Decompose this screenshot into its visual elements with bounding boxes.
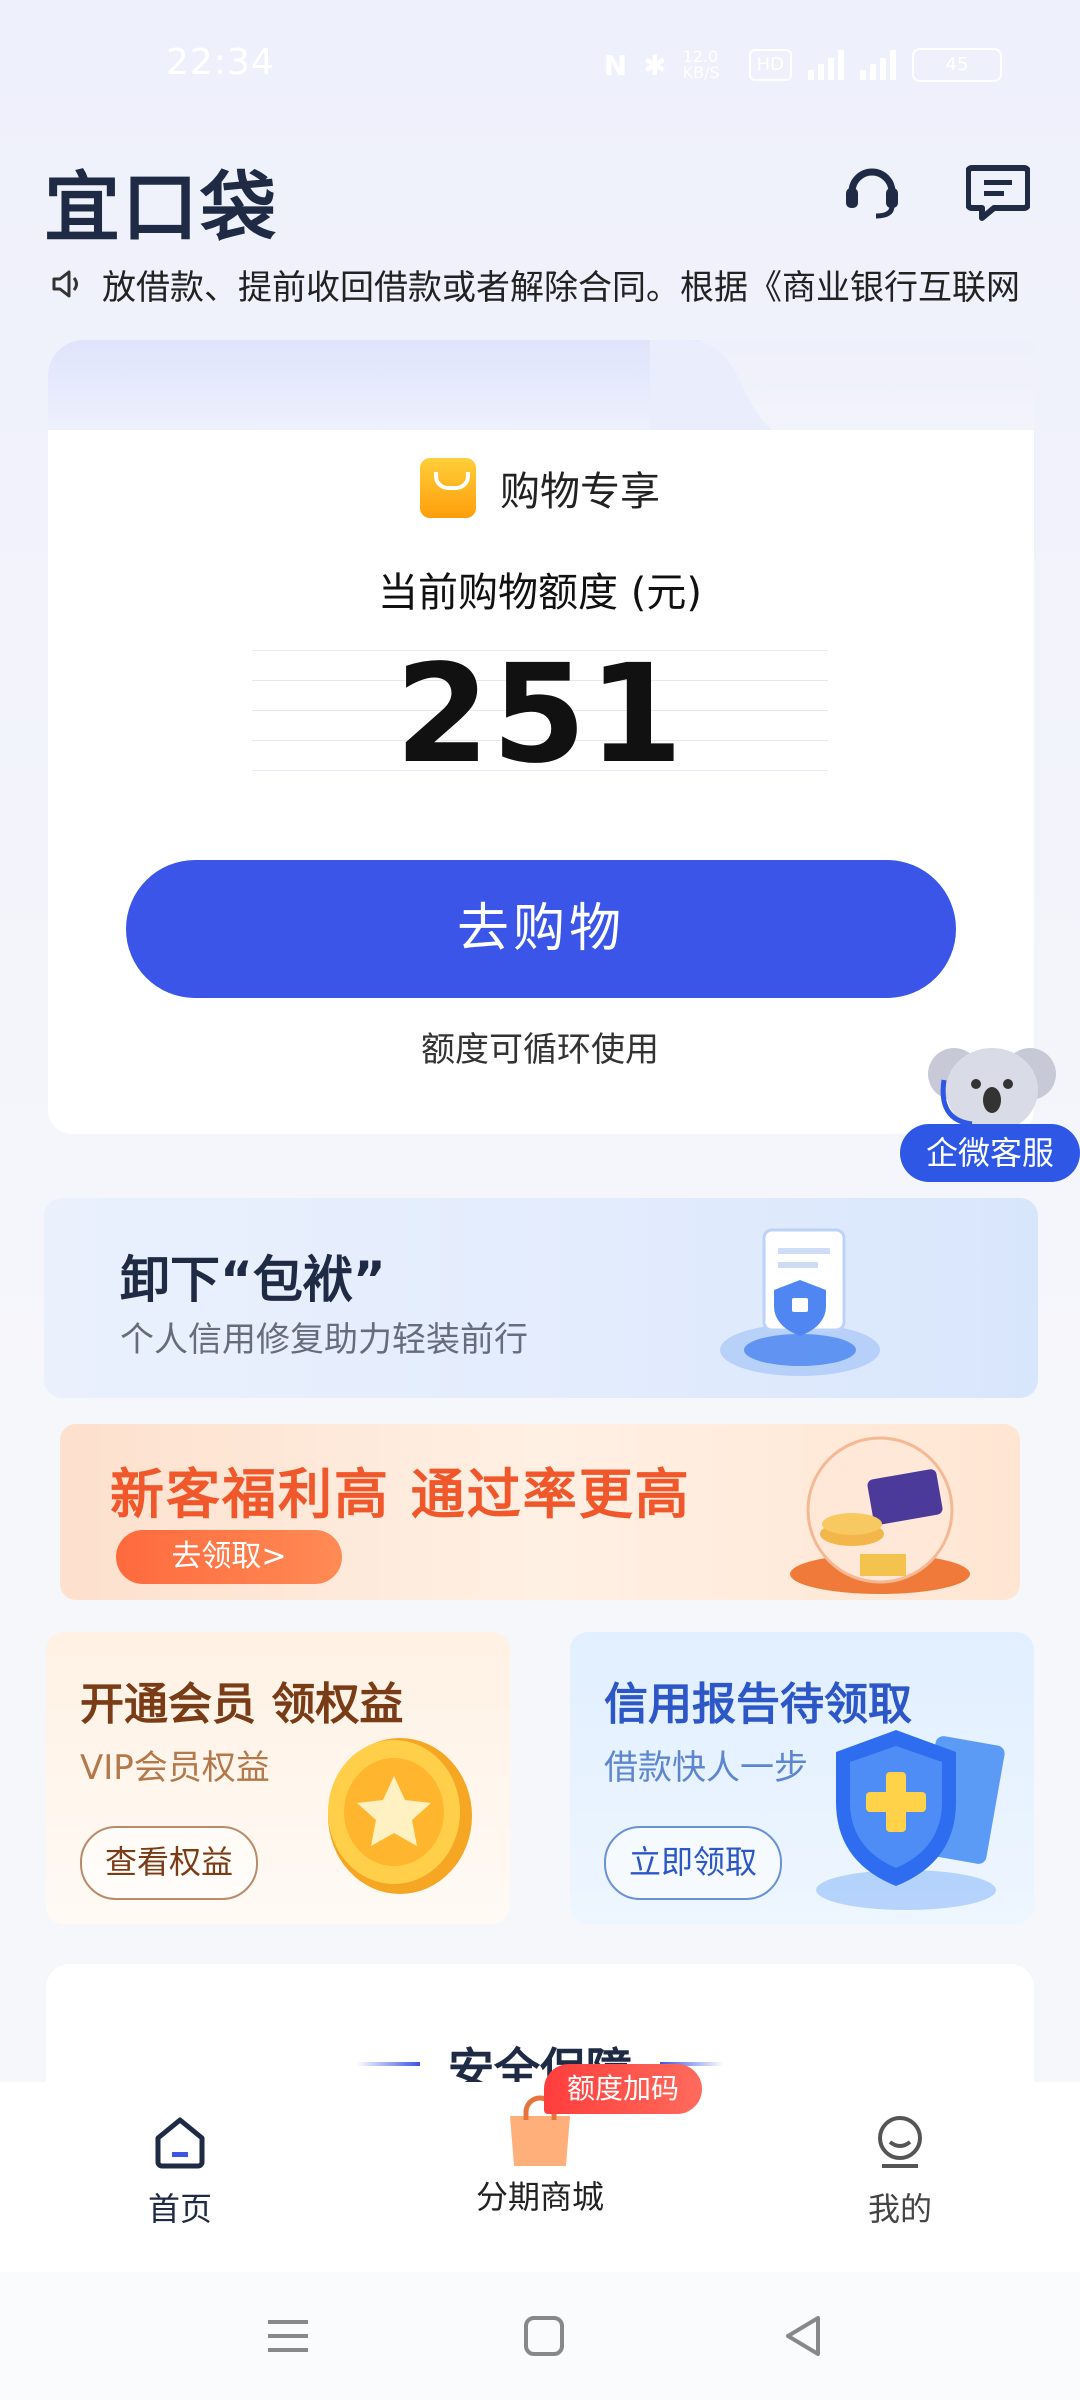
- tab-home[interactable]: 首页: [80, 2112, 280, 2230]
- status-icons: N ✱ 12.0 KB/S HD 45: [604, 48, 1002, 82]
- tab-me[interactable]: 我的: [800, 2112, 1000, 2230]
- message-icon[interactable]: [966, 160, 1030, 224]
- app-logo: 宜口袋: [44, 163, 278, 252]
- limit-boost-badge: 额度加码: [544, 2064, 702, 2114]
- limit-reusable-note: 额度可循环使用: [421, 1030, 659, 1070]
- shield-plus-icon: [816, 1730, 1005, 1910]
- credit-repair-title: 卸下“包袱”: [120, 1251, 386, 1309]
- status-time: 22:34: [166, 42, 275, 83]
- menu-icon[interactable]: [258, 2310, 318, 2362]
- wecom-support-button[interactable]: 企微客服: [900, 1124, 1080, 1182]
- tab-mall[interactable]: 分期商城: [440, 2095, 640, 2218]
- shopping-bag-icon: [420, 458, 476, 518]
- tab-home-label: 首页: [147, 2190, 212, 2228]
- notice-text: 放借款、提前收回借款或者解除合同。根据《商业银行互联网: [102, 267, 1020, 308]
- gift-globe-illustration: [790, 1436, 970, 1594]
- new-customer-title: 新客福利高 通过率更高: [110, 1463, 691, 1526]
- speaker-icon: [52, 270, 78, 298]
- home-icon: [155, 2117, 205, 2169]
- nfc-icon: N: [603, 48, 628, 82]
- koala-mascot-icon[interactable]: [924, 1034, 1060, 1134]
- claim-button[interactable]: 去领取>: [116, 1530, 342, 1584]
- vip-subtitle: VIP会员权益: [80, 1748, 270, 1788]
- bluetooth-icon: ✱: [643, 48, 667, 82]
- battery-icon: 45: [912, 48, 1002, 82]
- claim-now-button[interactable]: 立即领取: [604, 1826, 782, 1900]
- limit-label: 当前购物额度 (元): [378, 570, 702, 616]
- hd-badge: HD: [748, 49, 792, 81]
- home-square-icon[interactable]: [514, 2310, 574, 2362]
- card-tab-curve: [650, 340, 790, 440]
- credit-report-subtitle: 借款快人一步: [604, 1748, 808, 1788]
- net-speed: 12.0 KB/S: [682, 47, 720, 82]
- back-icon[interactable]: [774, 2310, 834, 2362]
- headset-support-icon[interactable]: [840, 158, 904, 222]
- profile-icon: [878, 2116, 922, 2168]
- document-shield-illustration: [720, 1228, 880, 1376]
- signal-icon-2: [860, 50, 896, 80]
- go-shopping-button[interactable]: 去购物: [126, 860, 956, 998]
- star-coin-icon: [328, 1738, 472, 1894]
- limit-amount: 251: [395, 636, 685, 794]
- credit-repair-subtitle: 个人信用修复助力轻装前行: [120, 1320, 528, 1360]
- shopping-tag: 购物专享: [420, 458, 660, 518]
- tab-mall-label: 分期商城: [475, 2178, 604, 2216]
- tab-me-label: 我的: [867, 2190, 932, 2228]
- view-benefits-button[interactable]: 查看权益: [80, 1826, 258, 1900]
- shopping-tag-label: 购物专享: [500, 469, 660, 515]
- signal-icon: [808, 50, 844, 80]
- notice-bar[interactable]: 放借款、提前收回借款或者解除合同。根据《商业银行互联网: [50, 258, 1030, 310]
